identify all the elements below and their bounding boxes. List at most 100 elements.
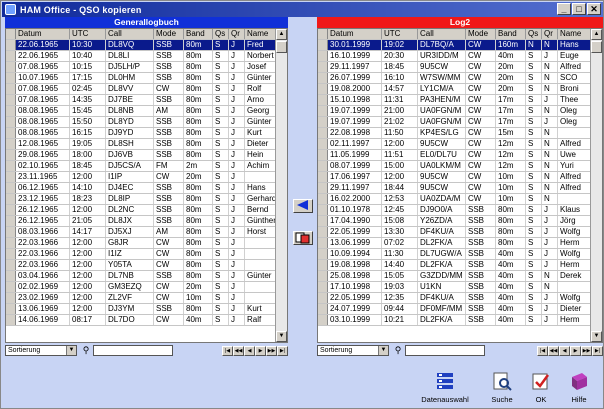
table-row[interactable]: 22.06.1965 10:30 DL8VQ SSB 80m S J Fred xyxy=(6,40,287,51)
table-row[interactable]: 22.03.1966 12:00 Y05TA CW 80m S J xyxy=(6,260,287,271)
table-row[interactable]: 15.10.1998 11:31 PA3HEN/M CW 17m S J Thee xyxy=(318,95,602,106)
copy-left-button[interactable] xyxy=(293,199,313,213)
table-row[interactable]: 24.07.1999 09:44 DF0MF/MM SSB 40m S J Dieter xyxy=(318,304,602,315)
table-row[interactable]: 22.08.1998 11:50 KP4ES/LG CW 15m S N xyxy=(318,128,602,139)
nav-prev-page-icon[interactable]: ◀◀ xyxy=(548,345,559,356)
close-button[interactable]: ✕ xyxy=(587,3,601,15)
table-row[interactable]: 17.06.1997 12:00 9U5CW CW 10m S N Alfred xyxy=(318,172,602,183)
table-row[interactable]: 23.02.1969 12:00 ZL2VF CW 10m S J xyxy=(6,293,287,304)
table-row[interactable]: 29.08.1965 18:00 DJ6VB SSB 80m S J Hein xyxy=(6,150,287,161)
table-row[interactable]: 08.08.1965 16:15 DJ9YD SSB 80m S J Kurt xyxy=(6,128,287,139)
table-row[interactable]: 26.12.1965 12:00 DL2NC SSB 80m S J Bernd xyxy=(6,205,287,216)
table-row[interactable]: 10.07.1965 17:15 DL0HM SSB 80m S J Günter xyxy=(6,73,287,84)
nav-last-icon[interactable]: ▶| xyxy=(592,345,603,356)
table-row[interactable]: 19.07.1999 21:00 UA0FGN/M CW 17m S N Oleg xyxy=(318,106,602,117)
column-header[interactable]: Band xyxy=(496,29,526,39)
nav-first-icon[interactable]: |◀ xyxy=(222,345,233,356)
sort-select[interactable]: Sortierung ▼ xyxy=(5,345,77,356)
column-header[interactable]: Qr xyxy=(542,29,558,39)
table-row[interactable]: 01.10.1978 12:45 DJ9O0/A SSB 80m S J Klaus xyxy=(318,205,602,216)
search-input[interactable] xyxy=(93,345,173,356)
table-row[interactable]: 07.08.1965 10:15 DJ5LH/P SSB 80m S J Josef xyxy=(6,62,287,73)
sort-select[interactable]: Sortierung ▼ xyxy=(317,345,389,356)
column-header[interactable]: Datum xyxy=(16,29,70,39)
table-row[interactable]: 17.04.1990 15:08 Y26ZD/A SSB 80m S J Jörg xyxy=(318,216,602,227)
copy-record-button[interactable] xyxy=(293,231,313,245)
table-row[interactable]: 02.11.1997 12:00 9U5CW CW 12m S N Alfred xyxy=(318,139,602,150)
nav-prev-icon[interactable]: ◀ xyxy=(244,345,255,356)
ok-button[interactable]: OK xyxy=(528,371,554,407)
nav-last-icon[interactable]: ▶| xyxy=(277,345,288,356)
log-grid[interactable]: Datum UTC Call Mode Band Qs Qr Name 30.01.1999 1… xyxy=(317,28,603,343)
scroll-thumb[interactable] xyxy=(276,41,287,53)
vertical-scrollbar[interactable]: ▲ ▼ xyxy=(590,29,602,342)
table-row[interactable]: 30.01.1999 19:02 DL7BQ/A CW 160m N N Hans xyxy=(318,40,602,51)
scroll-down-icon[interactable]: ▼ xyxy=(591,331,602,342)
table-row[interactable]: 26.07.1999 16:10 W7SW/MM CW 20m S N SCO xyxy=(318,73,602,84)
column-header[interactable]: Datum xyxy=(328,29,382,39)
nav-first-icon[interactable]: |◀ xyxy=(537,345,548,356)
nav-next-icon[interactable]: ▶ xyxy=(255,345,266,356)
column-header[interactable]: Qs xyxy=(213,29,229,39)
table-row[interactable]: 03.04.1966 12:00 DL7NB SSB 80m S J Günter xyxy=(6,271,287,282)
table-row[interactable]: 08.03.1966 14:17 DJ5XJ AM 80m S J Horst xyxy=(6,227,287,238)
column-header[interactable]: Call xyxy=(418,29,466,39)
column-header[interactable]: UTC xyxy=(382,29,418,39)
table-row[interactable]: 08.07.1999 15:00 UA0LKM/M CW 12m S N Yuri xyxy=(318,161,602,172)
column-header[interactable]: Qr xyxy=(229,29,245,39)
table-row[interactable]: 19.08.1998 14:40 DL2FK/A SSB 40m S J Herm xyxy=(318,260,602,271)
table-row[interactable]: 14.06.1969 08:17 DL7DO CW 40m S J Ralf xyxy=(6,315,287,326)
vertical-scrollbar[interactable]: ▲ ▼ xyxy=(275,29,287,342)
table-row[interactable]: 19.07.1999 21:02 UA0FGN/M CW 17m S J Oleg xyxy=(318,117,602,128)
scroll-up-icon[interactable]: ▲ xyxy=(591,29,602,40)
table-row[interactable]: 02.02.1969 12:00 GM3EZQ CW 20m S J xyxy=(6,282,287,293)
table-row[interactable]: 17.10.1998 19:03 U1KN SSB 40m S N xyxy=(318,282,602,293)
column-header[interactable]: Name xyxy=(558,29,592,39)
table-row[interactable]: 08.08.1965 15:50 DL8YD SSB 80m S J Günter xyxy=(6,117,287,128)
table-row[interactable]: 13.06.1969 12:00 DJ3YM SSB 80m S J Kurt xyxy=(6,304,287,315)
table-row[interactable]: 02.10.1965 18:45 DJ5CS/A FM 2m S J Achim xyxy=(6,161,287,172)
table-row[interactable]: 16.10.1999 20:30 UR3IDD/M CW 40m S J Euge xyxy=(318,51,602,62)
datenauswahl-button[interactable]: Datenauswahl xyxy=(421,371,469,407)
column-header[interactable]: Qs xyxy=(526,29,542,39)
suche-button[interactable]: Suche xyxy=(487,371,517,407)
table-row[interactable]: 26.12.1965 21:05 DL8JX SSB 80m S J Günther xyxy=(6,216,287,227)
table-row[interactable]: 03.10.1999 10:21 DL2FK/A SSB 40m S J Herm xyxy=(318,315,602,326)
table-row[interactable]: 08.08.1965 15:45 DL8NB AM 80m S J Georg xyxy=(6,106,287,117)
table-row[interactable]: 22.05.1999 13:30 DF4KU/A SSB 80m S J Wolfg xyxy=(318,227,602,238)
nav-prev-icon[interactable]: ◀ xyxy=(559,345,570,356)
nav-next-page-icon[interactable]: ▶▶ xyxy=(266,345,277,356)
table-row[interactable]: 19.08.2000 14:57 LY1CM/A CW 20m S N Broni xyxy=(318,84,602,95)
column-header[interactable]: Band xyxy=(184,29,213,39)
table-row[interactable]: 22.05.1999 12:35 DF4KU/A SSB 40m S J Wolfg xyxy=(318,293,602,304)
table-row[interactable]: 29.11.1997 18:45 9U5CW CW 20m S N Alfred xyxy=(318,62,602,73)
table-row[interactable]: 12.08.1965 19:05 DL8SH SSB 80m S J Dieter xyxy=(6,139,287,150)
nav-prev-page-icon[interactable]: ◀◀ xyxy=(233,345,244,356)
hilfe-button[interactable]: Hilfe xyxy=(564,371,594,407)
table-row[interactable]: 13.06.1999 07:02 DL2FK/A SSB 80m S J Herm xyxy=(318,238,602,249)
table-row[interactable]: 29.11.1997 18:44 9U5CW CW 10m S N Alfred xyxy=(318,183,602,194)
column-header[interactable]: Mode xyxy=(154,29,184,39)
table-row[interactable]: 10.09.1994 11:30 DL7UGW/A SSB 40m S J Wolfg xyxy=(318,249,602,260)
scroll-up-icon[interactable]: ▲ xyxy=(276,29,287,40)
table-row[interactable]: 22.03.1966 12:00 G8JR CW 80m S J xyxy=(6,238,287,249)
table-row[interactable]: 07.08.1965 14:35 DJ7BE SSB 80m S J Arno xyxy=(6,95,287,106)
table-row[interactable]: 07.08.1965 02:45 DL8VV CW 80m S J Rolf xyxy=(6,84,287,95)
scroll-thumb[interactable] xyxy=(591,41,602,53)
binoculars-icon[interactable]: ⚲ xyxy=(81,345,91,356)
table-row[interactable]: 16.02.2000 12:53 UA0ZDA/M CW 10m S N xyxy=(318,194,602,205)
table-row[interactable]: 23.11.1965 12:00 I1IP CW 20m S J xyxy=(6,172,287,183)
table-row[interactable]: 23.12.1965 18:23 DL8IP SSB 80m S J Gerhard xyxy=(6,194,287,205)
table-row[interactable]: 06.12.1965 14:10 DJ4EC SSB 80m S J Hans xyxy=(6,183,287,194)
scroll-down-icon[interactable]: ▼ xyxy=(276,331,287,342)
log-grid[interactable]: Datum UTC Call Mode Band Qs Qr Name 22.06.1965 1… xyxy=(5,28,288,343)
nav-next-page-icon[interactable]: ▶▶ xyxy=(581,345,592,356)
minimize-button[interactable]: _ xyxy=(557,3,571,15)
table-row[interactable]: 22.03.1966 12:00 I1IZ CW 80m S J xyxy=(6,249,287,260)
binoculars-icon[interactable]: ⚲ xyxy=(393,345,403,356)
column-header[interactable]: Name xyxy=(245,29,277,39)
nav-next-icon[interactable]: ▶ xyxy=(570,345,581,356)
column-header[interactable]: Mode xyxy=(466,29,496,39)
maximize-button[interactable]: □ xyxy=(572,3,586,15)
column-header[interactable]: Call xyxy=(106,29,154,39)
